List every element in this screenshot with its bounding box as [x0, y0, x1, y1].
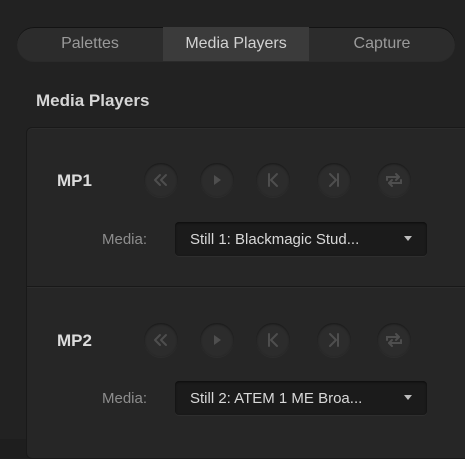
media-select-value: Still 1: Blackmagic Stud...	[190, 230, 360, 248]
media-select-value: Still 2: ATEM 1 ME Broa...	[190, 389, 363, 407]
rewind-icon	[154, 334, 167, 346]
tab-capture-label: Capture	[353, 35, 411, 52]
media-label: Media:	[102, 231, 148, 248]
media-player-1: MP1 Media: Still 1: Blackmagic Stud...	[27, 128, 465, 286]
previous-frame-icon	[268, 333, 278, 347]
loop-button[interactable]	[377, 163, 411, 197]
tab-bar: Palettes Media Players Capture	[17, 27, 455, 61]
tab-media-players-label: Media Players	[185, 35, 287, 52]
media-label: Media:	[102, 390, 148, 407]
next-frame-button[interactable]	[317, 163, 351, 197]
play-button[interactable]	[200, 323, 234, 357]
rewind-icon	[154, 174, 167, 186]
media-select[interactable]: Still 1: Blackmagic Stud...	[175, 222, 427, 256]
next-frame-icon	[329, 333, 339, 347]
media-select[interactable]: Still 2: ATEM 1 ME Broa...	[175, 381, 427, 415]
section-title: Media Players	[36, 91, 150, 110]
chevron-down-icon	[404, 395, 412, 400]
media-players-window: Palettes Media Players Capture Media Pla…	[0, 0, 465, 459]
media-players-panel: MP1 Media: Still 1: Blackmagic Stud... M…	[26, 127, 465, 459]
tab-palettes[interactable]: Palettes	[17, 27, 163, 61]
media-player-2: MP2 Media: Still 2: ATEM 1 ME Broa...	[27, 287, 465, 458]
tab-media-players[interactable]: Media Players	[163, 27, 309, 61]
previous-frame-button[interactable]	[256, 323, 290, 357]
chevron-down-icon	[404, 236, 412, 241]
loop-button[interactable]	[377, 323, 411, 357]
play-icon	[214, 175, 221, 185]
player-label: MP2	[57, 331, 92, 350]
tab-capture[interactable]: Capture	[309, 27, 455, 61]
play-icon	[214, 335, 221, 345]
next-frame-button[interactable]	[317, 323, 351, 357]
rewind-button[interactable]	[144, 323, 178, 357]
rewind-button[interactable]	[144, 163, 178, 197]
player-label: MP1	[57, 171, 92, 190]
previous-frame-icon	[268, 173, 278, 187]
next-frame-icon	[329, 173, 339, 187]
play-button[interactable]	[200, 163, 234, 197]
previous-frame-button[interactable]	[256, 163, 290, 197]
loop-icon	[386, 173, 402, 187]
loop-icon	[386, 333, 402, 347]
tab-palettes-label: Palettes	[61, 35, 119, 52]
